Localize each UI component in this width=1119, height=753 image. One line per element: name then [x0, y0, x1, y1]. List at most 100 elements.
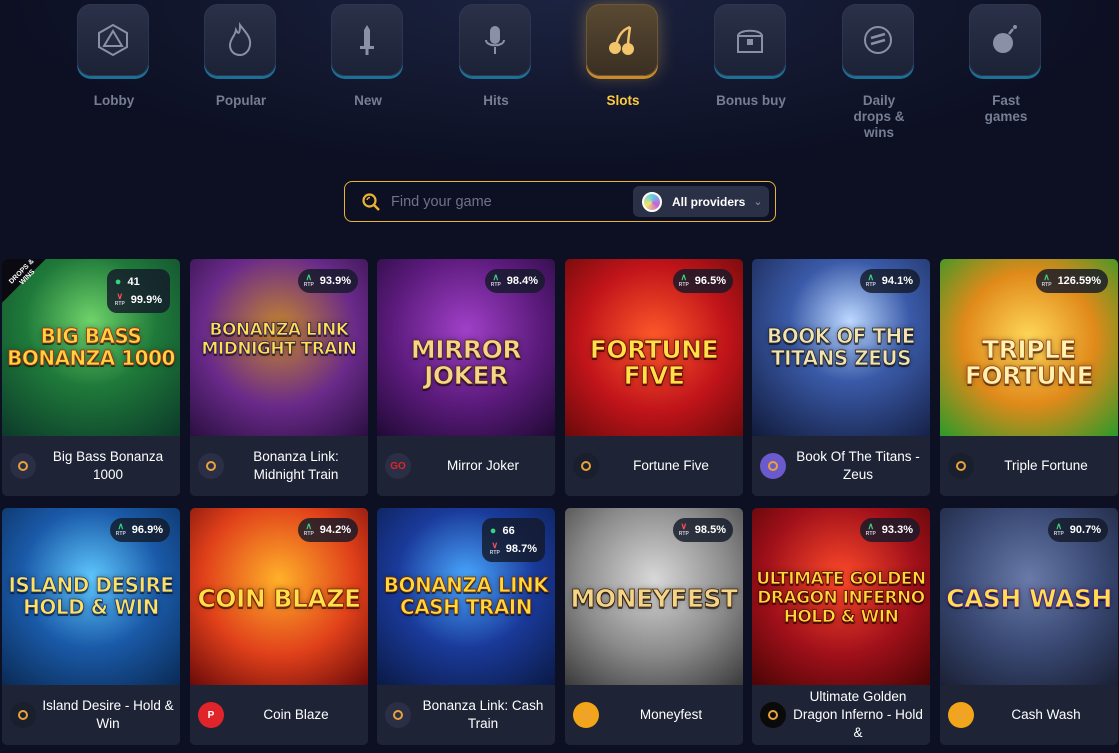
diamond-grid-icon	[948, 453, 974, 479]
game-card[interactable]: BONANZA LINK CASH TRAIN ● 66 ∨ RTP 98.7% Bonan…	[377, 508, 555, 745]
game-info[interactable]: Fortune Five	[565, 436, 743, 496]
game-art-title: ULTIMATE GOLDEN DRAGON INFERNO HOLD & WI…	[756, 569, 927, 627]
swirl-icon	[573, 702, 599, 728]
game-title[interactable]: Triple Fortune	[978, 436, 1114, 496]
game-card[interactable]: COIN BLAZE ∧ RTP 94.2% P Coin Blaze	[190, 508, 368, 745]
flame-icon	[228, 22, 252, 57]
rtp-badge: ∧ RTP 93.3%	[859, 518, 920, 542]
category-label: Daily drops & wins	[853, 93, 905, 140]
game-art-title: BONANZA LINK CASH TRAIN	[383, 573, 549, 619]
game-info[interactable]: Big Bass Bonanza 1000	[2, 436, 180, 496]
rtp-value: 96.9%	[131, 524, 163, 536]
game-thumbnail[interactable]: ISLAND DESIRE HOLD & WIN ∧ RTP 96.9%	[2, 508, 180, 685]
game-info[interactable]: GO Mirror Joker	[377, 436, 555, 496]
dice-icon	[98, 23, 128, 57]
game-art-title: CASH WASH	[946, 584, 1113, 613]
rtp-value: 98.5%	[694, 524, 726, 536]
rtp-caption: RTP	[1041, 282, 1052, 288]
microphone-icon	[485, 26, 505, 54]
rtp-badge: ∧ RTP 94.1%	[859, 269, 920, 293]
game-card[interactable]: ISLAND DESIRE HOLD & WIN ∧ RTP 96.9% Island …	[2, 508, 180, 745]
game-art-title: MIRROR JOKER	[410, 335, 522, 390]
game-info[interactable]: Ultimate Golden Dragon Inferno - Hold &	[752, 685, 930, 745]
rtp-badge: ∨ RTP 98.5%	[672, 518, 733, 542]
game-card[interactable]: ULTIMATE GOLDEN DRAGON INFERNO HOLD & WI…	[752, 508, 930, 745]
rtp-badge: ● 66 ∨ RTP 98.7%	[481, 518, 545, 562]
rtp-value: 94.2%	[319, 524, 351, 536]
game-thumbnail[interactable]: ULTIMATE GOLDEN DRAGON INFERNO HOLD & WI…	[752, 508, 930, 685]
game-card[interactable]: BIG BASS BONANZA 1000 DROPS & WINS ● 41 ∨ RTP…	[2, 259, 180, 496]
game-card[interactable]: MONEYFEST ∨ RTP 98.5% Moneyfest	[565, 508, 743, 745]
rtp-up-arrow-icon: ∧ RTP	[115, 521, 126, 538]
game-thumbnail[interactable]: BIG BASS BONANZA 1000 DROPS & WINS ● 41 ∨ RTP…	[2, 259, 180, 436]
rtp-badge: ∧ RTP 98.4%	[484, 269, 545, 293]
game-thumbnail[interactable]: COIN BLAZE ∧ RTP 94.2%	[190, 508, 368, 685]
drops-wins-icon	[864, 26, 892, 54]
rtp-value: 93.9%	[319, 275, 351, 287]
search-input[interactable]	[391, 193, 621, 210]
game-card[interactable]: FORTUNE FIVE ∧ RTP 96.5% Fortune Five	[565, 259, 743, 496]
game-info[interactable]: P Coin Blaze	[190, 685, 368, 745]
rtp-up-arrow-icon: ∧ RTP	[678, 272, 689, 289]
game-info[interactable]: Island Desire - Hold & Win	[2, 685, 180, 745]
game-title[interactable]: Coin Blaze	[228, 685, 364, 745]
swirl-icon	[948, 702, 974, 728]
rtp-caption: RTP	[490, 282, 501, 288]
rtp-caption: RTP	[115, 531, 126, 537]
category-label: Fast games	[984, 93, 1028, 124]
rtp-badge: ∧ RTP 93.9%	[297, 269, 358, 293]
game-card[interactable]: TRIPLE FORTUNE ∧ RTP 126.59% Triple Fortune	[940, 259, 1118, 496]
rtp-down-arrow-icon: ∨ RTP	[114, 291, 125, 308]
game-thumbnail[interactable]: MONEYFEST ∨ RTP 98.5%	[565, 508, 743, 685]
rtp-up-arrow-icon: ∧ RTP	[1041, 272, 1052, 289]
players-icon: ●	[489, 525, 497, 537]
game-thumbnail[interactable]: CASH WASH ∧ RTP 90.7%	[940, 508, 1118, 685]
game-info[interactable]: Triple Fortune	[940, 436, 1118, 496]
game-thumbnail[interactable]: BOOK OF THE TITANS ZEUS ∧ RTP 94.1%	[752, 259, 930, 436]
rtp-caption: RTP	[1053, 531, 1064, 537]
rtp-caption: RTP	[303, 282, 314, 288]
game-title[interactable]: Book Of The Titans - Zeus	[790, 436, 926, 496]
provider-v-icon	[198, 453, 224, 479]
game-title[interactable]: Mirror Joker	[415, 436, 551, 496]
category-label: Bonus buy	[716, 93, 786, 108]
cherries-icon	[609, 25, 634, 55]
game-info[interactable]: Bonanza Link: Midnight Train	[190, 436, 368, 496]
chevron-down-icon: ⌄	[753, 196, 763, 208]
providers-dropdown[interactable]: All providers ⌄	[633, 186, 769, 217]
game-title[interactable]: Cash Wash	[978, 685, 1114, 745]
game-title[interactable]: Big Bass Bonanza 1000	[40, 436, 176, 496]
game-card[interactable]: BONANZA LINK MIDNIGHT TRAIN ∧ RTP 93.9% Bona…	[190, 259, 368, 496]
rtp-badge: ∧ RTP 96.5%	[672, 269, 733, 293]
drops-wins-badge-text: DROPS & WINS	[8, 259, 37, 287]
game-info[interactable]: Book Of The Titans - Zeus	[752, 436, 930, 496]
game-card[interactable]: CASH WASH ∧ RTP 90.7% Cash Wash	[940, 508, 1118, 745]
game-thumbnail[interactable]: TRIPLE FORTUNE ∧ RTP 126.59%	[940, 259, 1118, 436]
game-info[interactable]: Bonanza Link: Cash Train	[377, 685, 555, 745]
rtp-caption: RTP	[678, 531, 689, 537]
providers-label: All providers	[672, 194, 746, 209]
rtp-down-arrow-icon: ∨ RTP	[678, 521, 689, 538]
rtp-badge: ● 41 ∨ RTP 99.9%	[106, 269, 170, 313]
game-title[interactable]: Bonanza Link: Midnight Train	[228, 436, 364, 496]
game-title[interactable]: Fortune Five	[603, 436, 739, 496]
game-title[interactable]: Bonanza Link: Cash Train	[415, 685, 551, 745]
rtp-value: 98.7%	[505, 543, 537, 555]
game-thumbnail[interactable]: BONANZA LINK MIDNIGHT TRAIN ∧ RTP 93.9%	[190, 259, 368, 436]
game-title[interactable]: Island Desire - Hold & Win	[40, 685, 176, 745]
rtp-value: 96.5%	[694, 275, 726, 287]
game-thumbnail[interactable]: BONANZA LINK CASH TRAIN ● 66 ∨ RTP 98.7%	[377, 508, 555, 685]
bomb-icon	[993, 25, 1017, 53]
game-info[interactable]: Cash Wash	[940, 685, 1118, 745]
game-card[interactable]: BOOK OF THE TITANS ZEUS ∧ RTP 94.1% Book Of …	[752, 259, 930, 496]
rtp-caption: RTP	[865, 531, 876, 537]
search-icon	[362, 192, 380, 211]
game-title[interactable]: Moneyfest	[603, 685, 739, 745]
game-thumbnail[interactable]: FORTUNE FIVE ∧ RTP 96.5%	[565, 259, 743, 436]
game-thumbnail[interactable]: MIRROR JOKER ∧ RTP 98.4%	[377, 259, 555, 436]
provider-v-icon	[385, 702, 411, 728]
game-title[interactable]: Ultimate Golden Dragon Inferno - Hold &	[790, 685, 926, 745]
game-card[interactable]: MIRROR JOKER ∧ RTP 98.4% GO Mirror Joker	[377, 259, 555, 496]
players-count: 66	[502, 525, 515, 537]
game-info[interactable]: Moneyfest	[565, 685, 743, 745]
